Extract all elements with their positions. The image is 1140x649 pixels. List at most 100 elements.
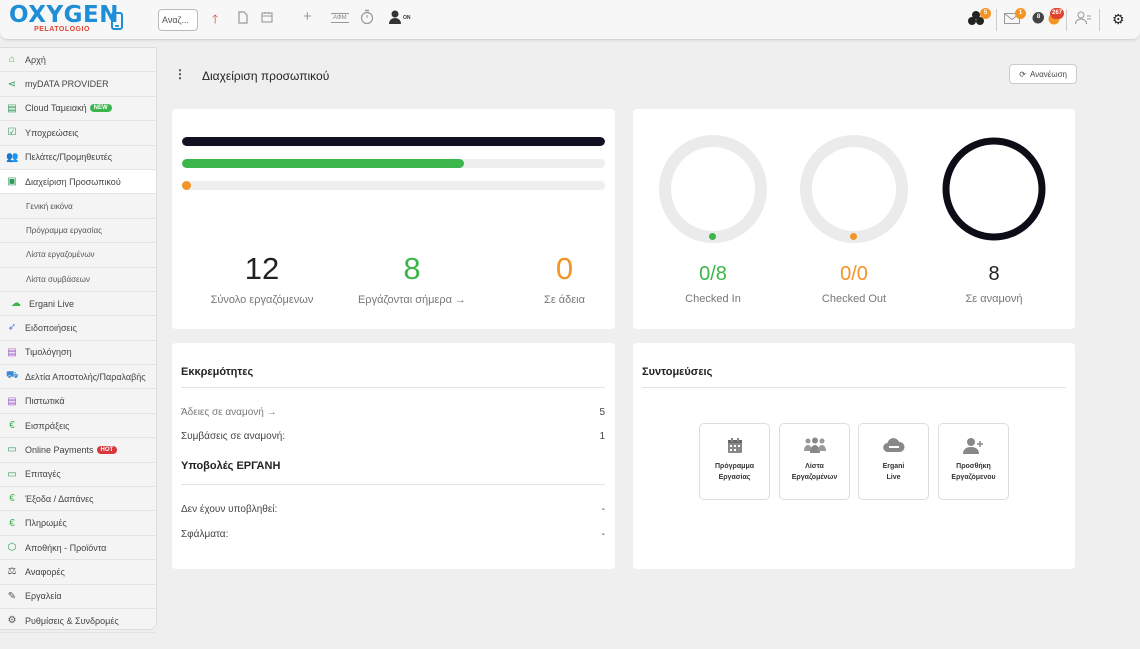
sidebar-item[interactable]: ⛟ Δελτία Αποστολής/Παραλαβής <box>0 365 156 390</box>
users-icon: 👥 <box>6 151 19 163</box>
refresh-label: Ανανέωση <box>1029 69 1067 79</box>
euro-icon: € <box>9 420 15 432</box>
plus-icon[interactable]: + <box>303 9 312 25</box>
ergani-submissions-title: Υποβολές ΕΡΓΑΝΗ <box>181 460 281 472</box>
sidebar-item-label: Υποχρεώσεις <box>25 127 79 138</box>
on-label: ON <box>403 15 411 21</box>
shortcut-add-employee[interactable]: Προσθήκη Εργαζόμενου <box>938 423 1009 500</box>
pending-row-value: 1 <box>599 431 605 442</box>
calendar-icon[interactable] <box>261 11 273 27</box>
pending-row-label[interactable]: Άδειες σε αναμονή → <box>181 407 277 418</box>
ergani-row-label: Δεν έχουν υποβληθεί: <box>181 504 278 515</box>
user-on-icon[interactable] <box>388 9 402 29</box>
sidebar: ⌂ Αρχή ⋖ myDATA PROVIDER ▤ Cloud Ταμειακή NEW ☑… <box>0 47 157 634</box>
pending-row-leaves[interactable]: Άδειες σε αναμονή → 5 <box>181 407 605 418</box>
pending-value: 8 <box>988 263 1000 285</box>
credit-icon: ▤ <box>7 395 17 407</box>
sidebar-item[interactable]: ⚙ Ρυθμίσεις & Συνδρομές <box>0 609 156 634</box>
sidebar-item[interactable]: ▤ Cloud Ταμειακή NEW <box>0 97 156 122</box>
arrow-up-icon[interactable]: 🡑 <box>212 11 218 27</box>
pencil-icon: ✎ <box>7 590 17 602</box>
sidebar-item[interactable]: ▭ Online Payments HOT <box>0 438 156 463</box>
sidebar-item[interactable]: ☁ Ergani Live <box>0 292 156 317</box>
sidebar-item[interactable]: 👥 Πελάτες/Προμηθευτές <box>0 146 156 170</box>
divider <box>642 387 1066 388</box>
working-today-link[interactable]: Εργάζονται σήμερα → <box>337 294 487 306</box>
shortcut-work-schedule[interactable]: Πρόγραμμα Εργασίας <box>699 423 770 500</box>
pending-label: Σε αναμονή <box>965 293 1023 305</box>
search-input[interactable]: Αναζ... <box>158 9 198 31</box>
sidebar-item[interactable]: ➶ Ειδοποιήσεις <box>0 316 156 341</box>
gear-icon[interactable]: ⚙ <box>1112 11 1125 27</box>
pending-ring <box>942 137 1046 241</box>
sidebar-item[interactable]: € Πληρωμές <box>0 511 156 536</box>
cloud-icon <box>859 437 928 457</box>
sidebar-item[interactable]: ☑ Υποχρεώσεις <box>0 121 156 146</box>
notifications-badge-red: 267 <box>1050 8 1065 19</box>
shortcut-employee-list[interactable]: Λίστα Εργαζομένων <box>779 423 850 500</box>
sidebar-item[interactable]: ▭ Επιταγές <box>0 463 156 488</box>
cloud-icon: ☁ <box>11 298 21 310</box>
sidebar-item[interactable]: ▤ Τιμολόγηση <box>0 341 156 366</box>
toolbar-separator <box>1066 9 1067 31</box>
sidebar-item[interactable]: ▣ Διαχείριση Προσωπικού <box>0 169 156 195</box>
sidebar-item-label: Πελάτες/Προμηθευτές <box>25 152 113 163</box>
sidebar-badge: NEW <box>89 104 112 113</box>
sidebar-item[interactable]: ⬡ Αποθήκη - Προϊόντα <box>0 536 156 561</box>
sidebar-item[interactable]: Λίστα συμβάσεων <box>0 268 156 292</box>
sidebar-item-label: myDATA PROVIDER <box>25 79 109 90</box>
ergani-row-value: - <box>601 529 605 540</box>
register-icon: ▤ <box>7 102 17 114</box>
checked-out-value: 0/0 <box>840 263 868 285</box>
total-employees-value: 12 <box>244 251 280 286</box>
sidebar-item[interactable]: ⋖ myDATA PROVIDER <box>0 72 156 97</box>
sidebar-item[interactable]: Γενική εικόνα <box>0 194 156 219</box>
refresh-button[interactable]: ⟳ Ανανέωση <box>1009 64 1077 84</box>
document-icon[interactable] <box>238 11 248 28</box>
sidebar-item[interactable]: ⌂ Αρχή <box>0 48 156 73</box>
pending-row-contracts: Συμβάσεις σε αναμονή: 1 <box>181 431 605 442</box>
sidebar-item[interactable]: ▤ Πιστωτικά <box>0 389 156 414</box>
sidebar-item-label: Αναφορές <box>25 566 65 577</box>
sidebar-item-label: Διαχείριση Προσωπικού <box>25 176 121 187</box>
pending-row-value: 5 <box>599 407 605 418</box>
sidebar-item[interactable]: € Εισπράξεις <box>0 414 156 439</box>
sidebar-item[interactable]: Λίστα εργαζομένων <box>0 243 156 268</box>
stopwatch-icon[interactable] <box>360 9 374 29</box>
mobile-icon[interactable] <box>111 12 123 30</box>
pending-stat: 8 Σε αναμονή <box>924 262 1064 305</box>
top-bar: OXYGEN PELATOLOGIO Αναζ... 🡑 + ΑΦΜ ON 5 … <box>0 0 1140 40</box>
total-employees-stat: 12 Σύνολο εργαζόμενων <box>192 251 332 306</box>
sidebar-item-label: Αποθήκη - Προϊόντα <box>25 542 107 553</box>
shortcut-label: Λίστα Εργαζομένων <box>791 463 838 481</box>
working-today-stat[interactable]: 8 Εργάζονται σήμερα → <box>337 251 487 306</box>
checked-in-stat: 0/8 Checked In <box>643 262 783 305</box>
shortcut-label: Προσθήκη Εργαζόμενου <box>951 463 996 481</box>
sidebar-item-label: Γενική εικόνα <box>26 201 73 211</box>
shortcut-ergani-live[interactable]: Ergani Live <box>858 423 929 500</box>
cheque-icon: ▭ <box>7 468 17 480</box>
notifications-badge-dark: 8 <box>1033 12 1044 23</box>
checked-out-ring <box>800 135 908 243</box>
sidebar-item[interactable]: ✎ Εργαλεία <box>0 585 156 609</box>
afm-icon[interactable]: ΑΦΜ <box>331 13 349 23</box>
working-today-value: 8 <box>403 251 421 286</box>
sidebar-item[interactable]: € Έξοδα / Δαπάνες <box>0 487 156 512</box>
ergani-row-errors: Σφάλματα: - <box>181 529 605 540</box>
sidebar-item-label: Πληρωμές <box>25 518 67 529</box>
refresh-icon: ⟳ <box>1019 69 1026 79</box>
toolbar-separator <box>1099 9 1100 31</box>
on-leave-bar-marker <box>182 181 191 190</box>
sidebar-item[interactable]: ⚖ Αναφορές <box>0 560 156 585</box>
logo-text: OXYGEN <box>9 2 119 28</box>
account-icon[interactable] <box>1075 11 1091 29</box>
sidebar-item-label: Πρόγραμμα εργασίας <box>26 225 102 235</box>
calendar-icon <box>700 437 769 457</box>
logo[interactable]: OXYGEN PELATOLOGIO <box>9 2 119 34</box>
page-header: ⋮ Διαχείριση προσωπικού ⟳ Ανανέωση <box>172 62 1082 90</box>
kebab-menu-icon[interactable]: ⋮ <box>174 67 186 81</box>
shortcut-label: Πρόγραμμα Εργασίας <box>714 463 755 481</box>
euro-icon: € <box>9 493 15 505</box>
sidebar-item-label: Cloud Ταμειακή <box>25 103 87 114</box>
sidebar-item[interactable]: Πρόγραμμα εργασίας <box>0 219 156 244</box>
